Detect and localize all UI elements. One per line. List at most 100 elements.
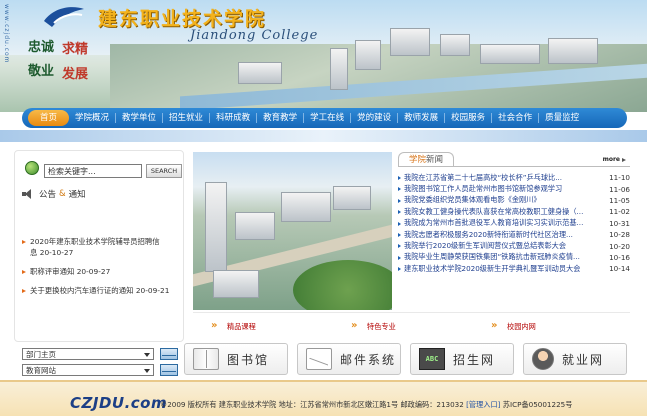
banner-building [440, 34, 470, 56]
footer-copyright: ©2009 版权所有 建东职业技术学院 地址：江苏省常州市新北区嫩江路1号 邮政… [160, 400, 572, 410]
go-icon[interactable] [160, 364, 178, 376]
notice-title: 职称评审通知 [30, 267, 75, 276]
edu-select-row: 教育网站 [22, 363, 182, 377]
nav-quality[interactable]: 质量监控 [539, 108, 585, 128]
news-list: 我院在江苏省第二十七届高校“校长杯”乒乓球比... 11-10 我院图书馆工作人员… [398, 172, 630, 275]
news-tab[interactable]: 学院新闻 [398, 152, 455, 167]
news-item[interactable]: 我院成为常州市首批退役军人教育培训实习实训示范基... 10-31 [398, 218, 630, 229]
nav-campus-service[interactable]: 校园服务 [445, 108, 491, 128]
main-nav: 首页 学院概况 教学单位 招生就业 科研成教 教育教学 学工在线 党的建设 教师… [22, 108, 627, 128]
news-title: 我院在江苏省第二十七届高校“校长杯”乒乓球比... [404, 172, 563, 182]
motto-text: 发展 [62, 67, 89, 82]
news-date: 10-28 [609, 230, 630, 240]
nav-party-building[interactable]: 党的建设 [351, 108, 397, 128]
news-date: 11-02 [609, 207, 630, 217]
news-item[interactable]: 建东职业技术学院2020级新生开学典礼暨军训动员大会 10-14 [398, 263, 630, 274]
search-box: SEARCH [16, 152, 182, 182]
nav-teacher-dev[interactable]: 教师发展 [398, 108, 444, 128]
news-title: 我院举行2020级新生军训阅营仪式暨总结表彰大会 [404, 241, 567, 251]
news-title: 建东职业技术学院2020级新生开学典礼暨军训动员大会 [404, 263, 581, 273]
nav-student-affairs[interactable]: 学工在线 [304, 108, 350, 128]
news-item[interactable]: 我院党委组织党员集体观看电影《金刚川》 11-05 [398, 195, 630, 206]
news-date: 10-16 [609, 252, 630, 262]
photo-building [235, 212, 275, 240]
search-input[interactable] [44, 164, 142, 178]
motto-text: 敬业 [28, 64, 55, 79]
college-title: 建东职业技术学院 [98, 8, 267, 30]
notice-list: 2020年建东职业技术学院辅导员招聘信 息 20-10-27 职称评审通知 20… [22, 236, 186, 304]
news-title: 我院成为常州市首批退役军人教育培训实习实训示范基... [404, 218, 584, 228]
news-date: 10-31 [609, 218, 630, 228]
featured-intranet[interactable]: 校园内网 [485, 319, 625, 334]
icp-text: 苏ICP备05001225号 [502, 400, 573, 409]
nav-education[interactable]: 教育教学 [257, 108, 303, 128]
globe-icon [25, 161, 39, 175]
nav-teaching-units[interactable]: 教学单位 [116, 108, 162, 128]
banner-building [548, 38, 598, 64]
employment-site-button[interactable]: 就业网 [523, 343, 627, 375]
news-date: 11-05 [609, 195, 630, 205]
notice-date: 息 20-10-27 [30, 248, 74, 257]
featured-special-majors[interactable]: 特色专业 [345, 319, 485, 334]
dept-select-row: 部门主页 [22, 347, 182, 361]
dept-homepage-select[interactable]: 部门主页 [22, 348, 154, 360]
book-icon [193, 348, 219, 370]
news-title: 我院志愿者积极服务2020新特衔道新时代社区治理... [404, 229, 573, 239]
notice-item[interactable]: 职称评审通知 20-09-27 [22, 266, 186, 277]
photo-building [213, 270, 259, 298]
nav-about[interactable]: 学院概况 [69, 108, 115, 128]
college-news: 学院新闻 more 我院在江苏省第二十七届高校“校长杯”乒乓球比... 11-10… [398, 152, 630, 310]
photo-building [205, 182, 227, 272]
banner-building [238, 62, 282, 84]
news-tab-a: 学院 [409, 155, 427, 165]
search-button[interactable]: SEARCH [146, 164, 182, 178]
envelope-icon [306, 348, 332, 370]
nav-admissions[interactable]: 招生就业 [163, 108, 209, 128]
notice-heading-a: 公告 [39, 190, 57, 200]
nav-home[interactable]: 首页 [28, 110, 70, 126]
email-system-label: 邮件系统 [340, 352, 397, 367]
news-item[interactable]: 我院在江苏省第二十七届高校“校长杯”乒乓球比... 11-10 [398, 172, 630, 183]
news-more-link[interactable]: more [603, 156, 626, 163]
nav-social-coop[interactable]: 社会合作 [492, 108, 538, 128]
edu-sites-select[interactable]: 教育网站 [22, 364, 154, 376]
abc-icon: ABC [419, 348, 445, 370]
notice-heading: 公告 & 通知 [22, 186, 86, 202]
admin-entry-link[interactable]: [管理入口] [466, 400, 500, 409]
notice-date: 20-09-27 [76, 267, 111, 276]
employment-site-label: 就业网 [562, 352, 605, 367]
news-item[interactable]: 我院毕业生周静荣获国铁集团“铁路抗击新冠肺炎疫情... 10-16 [398, 252, 630, 263]
copyright-text: ©2009 版权所有 建东职业技术学院 地址：江苏省常州市新北区嫩江路1号 邮政… [160, 400, 464, 409]
email-system-button[interactable]: 邮件系统 [297, 343, 401, 375]
banner-building [330, 48, 348, 90]
featured-quality-courses[interactable]: 精品课程 [205, 319, 345, 334]
news-divider [398, 166, 630, 167]
news-title: 我院女教工健身操代表队喜获在常高校教职工健身操（... [404, 206, 584, 216]
news-item[interactable]: 我院举行2020级新生军训阅营仪式暨总结表彰大会 10-20 [398, 240, 630, 251]
left-panel: SEARCH 公告 & 通知 2020年建东职业技术学院辅导员招聘信 息 20-… [16, 152, 182, 340]
go-icon[interactable] [160, 348, 178, 360]
news-item[interactable]: 我院图书馆工作人员赴常州市图书馆新馆参观学习 11-06 [398, 183, 630, 194]
news-item[interactable]: 我院女教工健身操代表队喜获在常高校教职工健身操（... 11-02 [398, 206, 630, 217]
footer: CZJDU.com ©2009 版权所有 建东职业技术学院 地址：江苏省常州市新… [0, 380, 647, 416]
header-banner: www.czjdu.com 建东职业技术学院 Jiandong College … [0, 0, 647, 112]
banner-building [390, 28, 430, 56]
person-icon [532, 348, 554, 370]
news-date: 10-20 [609, 241, 630, 251]
notice-item[interactable]: 关于更换校内汽车通行证的通知 20-09-21 [22, 285, 186, 296]
notice-title: 2020年建东职业技术学院辅导员招聘信 [30, 237, 160, 246]
campus-photo[interactable] [193, 152, 392, 310]
notice-title: 关于更换校内汽车通行证的通知 [30, 286, 134, 295]
footer-logo: CZJDU.com [70, 394, 168, 412]
admissions-site-button[interactable]: ABC 招生网 [410, 343, 514, 375]
nav-research[interactable]: 科研成教 [210, 108, 256, 128]
library-label: 图书馆 [227, 352, 270, 367]
motto-text: 求精 [62, 42, 89, 57]
news-item[interactable]: 我院志愿者积极服务2020新特衔道新时代社区治理... 10-28 [398, 229, 630, 240]
featured-divider [193, 312, 630, 313]
news-tab-b: 新闻 [426, 155, 444, 165]
news-date: 11-06 [609, 184, 630, 194]
library-button[interactable]: 图书馆 [184, 343, 288, 375]
notice-item[interactable]: 2020年建东职业技术学院辅导员招聘信 息 20-10-27 [22, 236, 186, 258]
college-title-en: Jiandong College [190, 28, 319, 43]
